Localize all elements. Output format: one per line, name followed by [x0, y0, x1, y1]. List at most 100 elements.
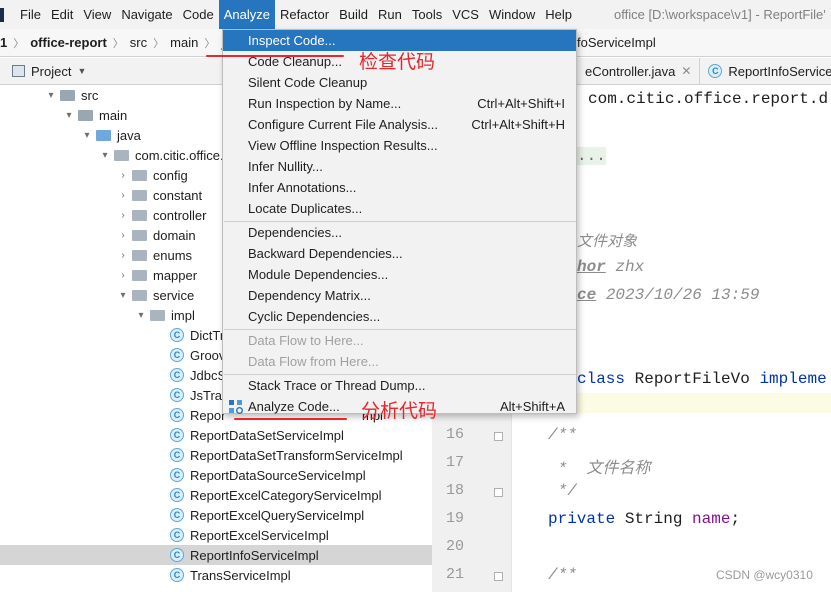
tree-item-label: service [153, 287, 195, 303]
tree-item-label: constant [153, 187, 203, 203]
expand-arrow-icon[interactable]: ▾ [44, 90, 58, 101]
menu-item-offline-results[interactable]: View Offline Inspection Results... [223, 135, 576, 156]
expand-arrow-icon[interactable]: ▾ [80, 130, 94, 141]
menu-item-locate-duplicates[interactable]: Locate Duplicates... [223, 198, 576, 219]
menu-item-shortcut: Ctrl+Alt+Shift+H [471, 117, 565, 132]
menu-item-label: Data Flow to Here... [248, 333, 364, 348]
tree-item-label: config [153, 167, 188, 183]
collapse-arrow-icon[interactable]: › [116, 190, 130, 201]
chevron-down-icon[interactable]: ▼ [77, 66, 86, 76]
import-fold[interactable]: ... [577, 147, 606, 165]
editor-tab[interactable]: eController.java ✕ [577, 58, 699, 84]
menu-code[interactable]: Code [178, 0, 219, 29]
menu-file[interactable]: File [15, 0, 46, 29]
menu-view[interactable]: View [78, 0, 116, 29]
menu-run[interactable]: Run [373, 0, 407, 29]
collapse-arrow-icon[interactable]: › [116, 210, 130, 221]
menu-navigate[interactable]: Navigate [116, 0, 177, 29]
menu-item-label: Configure Current File Analysis... [248, 117, 439, 132]
fold-icon[interactable] [494, 572, 503, 581]
tree-item-selected[interactable]: C ReportInfoServiceImpl [0, 545, 432, 565]
tree-item-label: JdbcS [190, 367, 227, 383]
fold-icon[interactable] [494, 488, 503, 497]
fold-icon[interactable] [494, 432, 503, 441]
menu-item-backward-dependencies[interactable]: Backward Dependencies... [223, 243, 576, 264]
tree-item-label: Groov [190, 347, 226, 363]
collapse-arrow-icon[interactable]: › [116, 270, 130, 281]
menu-item-run-inspection[interactable]: Run Inspection by Name... Ctrl+Alt+Shift+… [223, 93, 576, 114]
tree-item-label: DictTr [190, 327, 225, 343]
tree-item[interactable]: C ReportExcelCategoryServiceImpl [0, 485, 432, 505]
tree-item[interactable]: C ReportDataSetServiceImpl [0, 425, 432, 445]
line-number: 17 [445, 454, 464, 471]
annotation-underline [206, 55, 344, 57]
breadcrumb-item[interactable]: 1 [0, 35, 13, 50]
menu-analyze[interactable]: Analyze [218, 0, 275, 29]
menu-item-label: Analyze Code... [248, 399, 340, 414]
expand-arrow-icon[interactable]: ▾ [134, 310, 148, 321]
menu-item-module-dependencies[interactable]: Module Dependencies... [223, 264, 576, 285]
breadcrumb-item[interactable]: src [124, 35, 153, 50]
collapse-arrow-icon[interactable]: › [116, 230, 130, 241]
author-tag: hor [577, 258, 606, 276]
breadcrumb-item[interactable]: main [164, 35, 204, 50]
class-icon: C [170, 508, 184, 522]
menu-item-label: View Offline Inspection Results... [248, 138, 438, 153]
class-icon: C [170, 528, 184, 542]
expand-arrow-icon[interactable]: ▾ [116, 290, 130, 301]
breadcrumb-item[interactable]: foServiceImpl [577, 29, 656, 56]
field-type: String [624, 510, 683, 528]
tree-item-label: domain [153, 227, 196, 243]
collapse-arrow-icon[interactable]: › [116, 250, 130, 261]
menu-refactor[interactable]: Refactor [275, 0, 334, 29]
tree-item-label: ReportDataSetServiceImpl [190, 427, 344, 443]
menu-vcs[interactable]: VCS [447, 0, 484, 29]
class-icon: C [170, 408, 184, 422]
menu-window[interactable]: Window [484, 0, 540, 29]
menu-item-stack-trace[interactable]: Stack Trace or Thread Dump... [223, 375, 576, 396]
menu-build[interactable]: Build [334, 0, 373, 29]
menu-item-label: Cyclic Dependencies... [248, 309, 381, 324]
code-since-line: ce 2023/10/26 13:59 [577, 286, 759, 304]
folder-icon [78, 109, 93, 121]
menu-item-silent-cleanup[interactable]: Silent Code Cleanup [223, 72, 576, 93]
menu-item-label: Backward Dependencies... [248, 246, 403, 261]
menu-item-infer-annotations[interactable]: Infer Annotations... [223, 177, 576, 198]
watermark: CSDN @wcy0310 [716, 568, 813, 582]
menu-item-label: Dependencies... [248, 225, 342, 240]
close-icon[interactable]: ✕ [681, 64, 691, 78]
collapse-arrow-icon[interactable]: › [116, 170, 130, 181]
tree-item-label: mapper [153, 267, 198, 283]
menu-item-data-flow-to: Data Flow to Here... [223, 330, 576, 351]
tree-item-label: src [81, 87, 99, 103]
doc-open: /** [548, 426, 577, 444]
tree-item[interactable]: C ReportDataSetTransformServiceImpl [0, 445, 432, 465]
menu-item-infer-nullity[interactable]: Infer Nullity... [223, 156, 576, 177]
tree-item[interactable]: C ReportDataSourceServiceImpl [0, 465, 432, 485]
folder-icon [60, 89, 75, 101]
class-icon: C [708, 64, 723, 78]
menu-tools[interactable]: Tools [407, 0, 447, 29]
expand-arrow-icon[interactable]: ▾ [62, 110, 76, 121]
line-number: 21 [445, 566, 464, 583]
menu-help[interactable]: Help [540, 0, 577, 29]
tree-item[interactable]: C ReportExcelServiceImpl [0, 525, 432, 545]
chevron-right-icon: 〉 [112, 37, 124, 50]
window-title: office [D:\workspace\v1] - ReportFile' [614, 7, 826, 22]
tree-item[interactable]: C TransServiceImpl [0, 565, 432, 585]
breadcrumb-item[interactable]: office-report [24, 35, 113, 50]
app-logo-icon [0, 7, 4, 22]
menu-item-shortcut: Alt+Shift+A [499, 399, 565, 414]
menu-item-data-flow-from: Data Flow from Here... [223, 351, 576, 372]
menu-item-label: Dependency Matrix... [248, 288, 371, 303]
menu-item-label: Infer Nullity... [248, 159, 323, 174]
menu-item-cyclic-dependencies[interactable]: Cyclic Dependencies... [223, 306, 576, 327]
menu-item-dependency-matrix[interactable]: Dependency Matrix... [223, 285, 576, 306]
expand-arrow-icon[interactable]: ▾ [98, 150, 112, 161]
tree-item[interactable]: C ReportExcelQueryServiceImpl [0, 505, 432, 525]
menu-item-dependencies[interactable]: Dependencies... [223, 222, 576, 243]
tree-item-label: impl [171, 307, 195, 323]
menu-item-configure-analysis[interactable]: Configure Current File Analysis... Ctrl+A… [223, 114, 576, 135]
menu-edit[interactable]: Edit [46, 0, 78, 29]
editor-tab[interactable]: C ReportInfoServiceIm [699, 58, 831, 84]
